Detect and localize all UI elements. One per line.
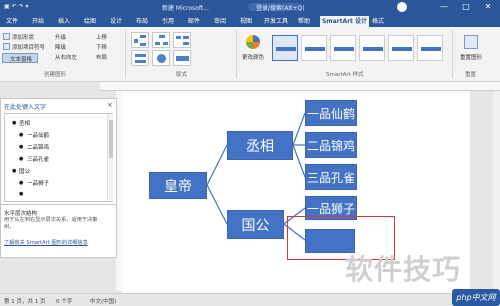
word-count[interactable]: 0 个字	[56, 297, 72, 305]
list-item[interactable]: 丞相	[19, 119, 30, 127]
text-pane-title: 在此处键入文字	[4, 104, 47, 111]
bullet-icon: ●	[19, 144, 24, 150]
scroll-thumb[interactable]	[109, 120, 113, 158]
text-pane: 在此处键入文字 × ● 丞相 ● 一品仙鹤 ● 二品锦鸡 ● 三品孔雀 ● 国公…	[0, 98, 117, 258]
site-logo: php中文网	[452, 289, 500, 306]
connector-line	[292, 112, 306, 146]
connector-line	[206, 144, 228, 186]
bullet-icon: ●	[19, 191, 24, 197]
language[interactable]: 中文(中国)	[90, 297, 116, 305]
list-item[interactable]: 一品仙鹤	[27, 131, 49, 139]
connector-line	[292, 144, 306, 178]
divider	[1, 204, 116, 205]
text-pane-list[interactable]: ● 丞相 ● 一品仙鹤 ● 二品锦鸡 ● 三品孔雀 ● 国公 ● 一品狮子 ●	[4, 113, 113, 202]
close-icon[interactable]: ×	[107, 101, 113, 109]
layout-description-title: 水平层次结构	[4, 211, 38, 217]
layout-description: 用于从左到右显示层次关系，适用于决策树。	[4, 217, 98, 230]
smartart-node-leaf1[interactable]: 一品仙鹤	[305, 100, 357, 126]
smartart-node-leaf2[interactable]: 二品锦鸡	[305, 132, 357, 158]
bullet-icon: ●	[12, 168, 17, 174]
bullet-icon: ●	[19, 180, 24, 186]
list-item[interactable]: 一品狮子	[27, 179, 49, 187]
smartart-node-root[interactable]: 皇帝	[149, 172, 207, 199]
smartart-node-leaf3[interactable]: 三品孔雀	[305, 164, 357, 190]
bullet-icon: ●	[19, 156, 24, 162]
list-item[interactable]: 二品锦鸡	[27, 143, 49, 151]
list-item[interactable]: 国公	[19, 167, 30, 175]
smartart-node-branch2[interactable]: 国公	[227, 210, 284, 239]
learn-more-link[interactable]: 了解有关 SmartArt 图形的详细信息	[4, 239, 88, 246]
text-pane-scrollbar[interactable]	[107, 114, 113, 201]
smartart-node-branch1[interactable]: 丞相	[227, 131, 293, 160]
bullet-icon: ●	[19, 132, 24, 138]
watermark: 软件技巧	[345, 253, 462, 286]
bullet-icon: ●	[12, 120, 17, 126]
connector-line	[206, 184, 228, 225]
list-item[interactable]: 三品孔雀	[27, 155, 49, 163]
status-bar: 第 1 页，共 1 页 0 个字 中文(中国)	[0, 293, 500, 306]
page-count[interactable]: 第 1 页，共 1 页	[4, 297, 46, 305]
